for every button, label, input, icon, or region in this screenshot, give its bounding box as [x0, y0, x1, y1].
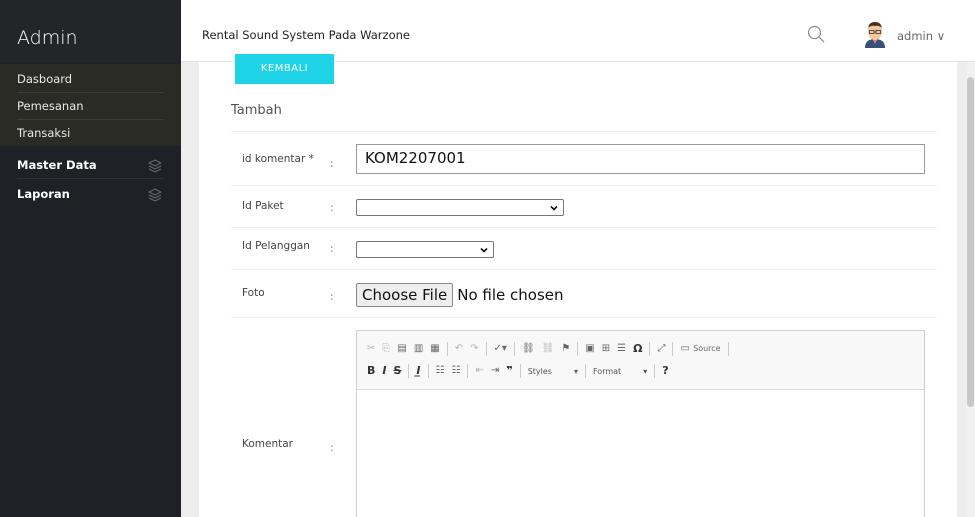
file-input[interactable]: Choose File No file chosen [356, 283, 564, 309]
back-button[interactable]: KEMBALI [235, 54, 334, 84]
colon: : [330, 243, 334, 255]
toolbar-separator [649, 342, 651, 356]
sidebar-item-master-data[interactable]: Master Data [17, 152, 164, 179]
scrollbar-thumb[interactable] [967, 77, 974, 407]
sidebar: Admin Dasboard Pemesanan Transaksi Maste… [0, 0, 181, 517]
sidebar-item-label: Master Data [17, 158, 97, 172]
app-title: Rental Sound System Pada Warzone [202, 28, 410, 42]
bulleted-list-icon[interactable]: ☷ [451, 362, 460, 380]
unlink-icon[interactable]: ⛓ [542, 340, 555, 358]
toolbar-separator [427, 364, 429, 378]
numbered-list-icon[interactable]: ☷ [436, 362, 445, 380]
sidebar-item-label: Pemesanan [17, 99, 84, 113]
anchor-flag-icon[interactable]: ⚑ [561, 340, 570, 358]
colon: : [330, 291, 334, 303]
sidebar-item-pemesanan[interactable]: Pemesanan [17, 93, 164, 120]
remove-format-icon[interactable]: I̲ [416, 362, 420, 380]
id-paket-label: Id Paket [242, 200, 284, 212]
horizontal-line-icon[interactable]: ☰ [617, 340, 626, 358]
id-pelanggan-label: Id Pelanggan [242, 240, 310, 252]
styles-label: Styles [527, 366, 552, 376]
chevron-down-icon [550, 205, 558, 211]
divider [231, 269, 937, 270]
sidebar-item-laporan[interactable]: Laporan [17, 181, 164, 208]
paste-word-icon[interactable]: ▦ [430, 340, 439, 358]
toolbar-separator [577, 342, 579, 356]
toolbar-separator [519, 364, 521, 378]
sidebar-item-label: Transaksi [17, 126, 71, 140]
avatar[interactable] [861, 20, 889, 48]
search-icon[interactable] [806, 24, 826, 44]
undo-icon[interactable]: ↶ [455, 340, 463, 358]
colon: : [330, 202, 334, 214]
blockquote-icon[interactable]: ❞ [506, 362, 512, 380]
form-panel: KEMBALI Tambah id komentar * : KOM220700… [199, 54, 957, 517]
spellcheck-icon[interactable]: ✓▾ [494, 340, 507, 358]
layers-icon [148, 159, 162, 173]
maximize-icon[interactable]: ⤢ [657, 340, 665, 358]
chevron-down-icon: ▾ [573, 366, 578, 376]
page-scrollbar[interactable] [966, 62, 975, 517]
copy-icon[interactable]: ⎘ [382, 340, 390, 358]
user-menu[interactable]: admin ∨ [897, 29, 945, 43]
toolbar-separator [513, 342, 515, 356]
toolbar-separator [654, 364, 656, 378]
indent-icon[interactable]: ⇥ [491, 362, 499, 380]
source-label: Source [693, 344, 721, 353]
layers-icon [148, 188, 162, 202]
sidebar-brand: Admin [0, 0, 181, 62]
format-dropdown[interactable]: Format ▾ [593, 367, 647, 376]
komentar-label: Komentar [242, 438, 293, 450]
help-button[interactable]: ? [662, 362, 668, 380]
section-title: Tambah [231, 103, 282, 118]
toolbar-separator [467, 364, 469, 378]
colon: : [330, 158, 334, 170]
outdent-icon[interactable]: ⇤ [475, 362, 483, 380]
id-paket-select[interactable] [356, 199, 564, 216]
divider [231, 185, 937, 186]
image-icon[interactable]: ▣ [585, 340, 594, 358]
editor-content-area[interactable] [357, 389, 924, 517]
link-icon[interactable]: ⛓ [522, 340, 535, 358]
redo-icon[interactable]: ↷ [470, 340, 478, 358]
sidebar-item-dasboard[interactable]: Dasboard [17, 66, 164, 93]
paste-icon[interactable]: ▤ [397, 340, 406, 358]
id-pelanggan-select[interactable] [356, 241, 494, 258]
id-komentar-label: id komentar * [242, 153, 314, 165]
chevron-down-icon [480, 247, 488, 253]
foto-label: Foto [242, 287, 265, 299]
toolbar-separator [485, 342, 487, 356]
table-icon[interactable]: ⊞ [602, 340, 610, 358]
cut-icon[interactable]: ✂ [367, 340, 375, 358]
editor-toolbar-row-1: ✂ ⎘ ▤ ▥ ▦ ↶ ↷ ✓▾ ⛓ ⛓ ⚑ ▣ ⊞ ☰ Ω ⤢ ▭ Sourc… [367, 340, 736, 358]
format-label: Format [592, 366, 622, 376]
divider [231, 131, 937, 132]
strikethrough-icon[interactable]: S [393, 362, 401, 380]
editor-toolbar-row-2: B I S I̲ ☷ ☷ ⇤ ⇥ ❞ Styles ▾ Format ▾ ? [367, 362, 676, 380]
toolbar-separator [446, 342, 448, 356]
paste-text-icon[interactable]: ▥ [414, 340, 423, 358]
sidebar-item-label: Laporan [17, 187, 70, 201]
divider [231, 227, 937, 228]
rich-text-editor: ✂ ⎘ ▤ ▥ ▦ ↶ ↷ ✓▾ ⛓ ⛓ ⚑ ▣ ⊞ ☰ Ω ⤢ ▭ Sourc… [356, 330, 925, 517]
chevron-down-icon: ▾ [643, 366, 648, 376]
source-button[interactable]: ▭ Source [680, 340, 720, 358]
toolbar-separator [672, 342, 674, 356]
toolbar-separator [408, 364, 410, 378]
id-komentar-input[interactable]: KOM2207001 [356, 144, 925, 174]
colon: : [330, 442, 334, 454]
brand-title: Admin [17, 27, 78, 49]
sidebar-item-transaksi[interactable]: Transaksi [17, 120, 164, 147]
toolbar-separator [584, 364, 586, 378]
bold-icon[interactable]: B [367, 362, 375, 380]
divider [231, 317, 937, 318]
special-char-icon[interactable]: Ω [633, 340, 642, 358]
styles-dropdown[interactable]: Styles ▾ [528, 367, 578, 376]
italic-icon[interactable]: I [382, 362, 386, 380]
sidebar-item-label: Dasboard [17, 72, 73, 86]
file-status: No file chosen [457, 286, 564, 304]
top-header: Rental Sound System Pada Warzone admin ∨ [181, 0, 975, 62]
toolbar-separator [727, 342, 729, 356]
choose-file-button[interactable]: Choose File [356, 283, 454, 307]
